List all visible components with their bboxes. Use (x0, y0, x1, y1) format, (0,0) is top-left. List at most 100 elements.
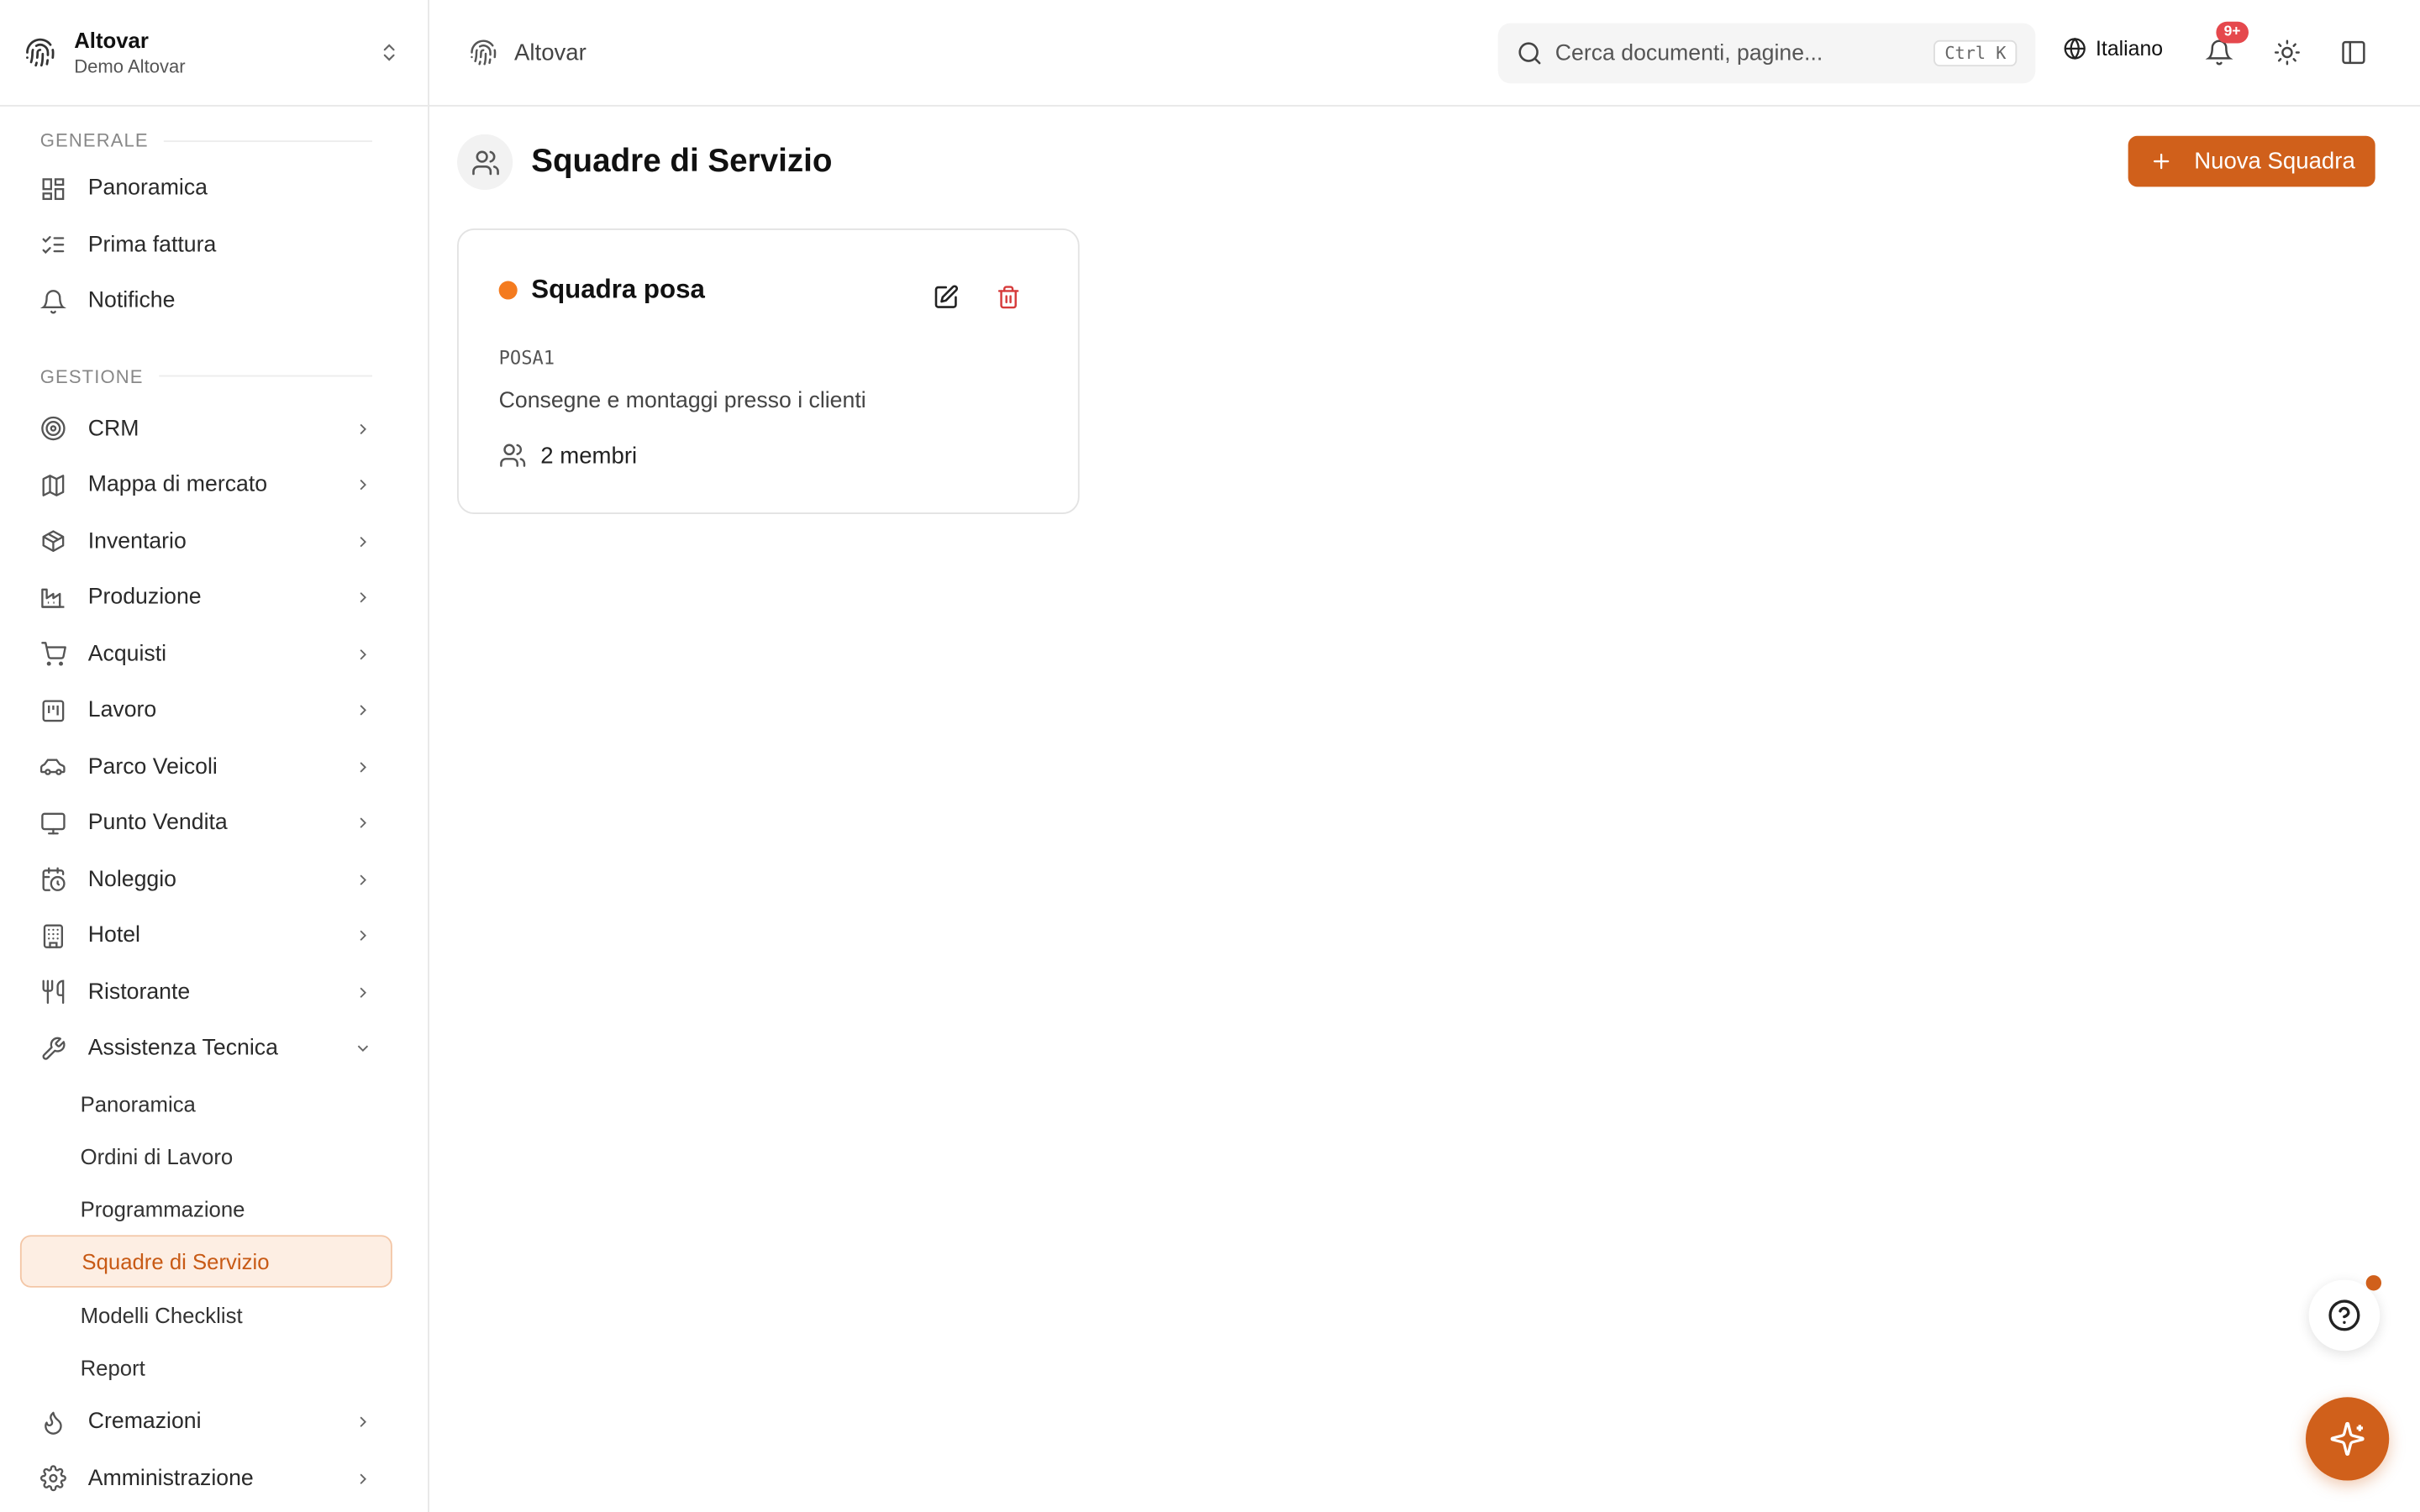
sidebar-item-label: Cremazioni (87, 1410, 202, 1435)
section-label-gestione: GESTIONE (0, 359, 428, 392)
fingerprint-icon (26, 38, 55, 67)
chevron-right-icon (360, 761, 366, 773)
checklist-icon (42, 236, 65, 255)
sidebar-item-ristorante[interactable]: Ristorante (0, 964, 428, 1021)
package-icon (42, 530, 65, 553)
chevron-right-icon (360, 874, 366, 885)
sidebar-item-label: Amministrazione (87, 1466, 254, 1491)
breadcrumb[interactable]: Altovar (470, 39, 587, 66)
sidebar-subitem-panoramica[interactable]: Panoramica (0, 1077, 428, 1130)
new-team-button[interactable]: Nuova Squadra (2128, 135, 2375, 187)
sidebar: Altovar Demo Altovar GENERALE Panoramica… (0, 0, 429, 1512)
sidebar-item-label: Noleggio (87, 867, 176, 892)
sparkles-icon (2330, 1421, 2365, 1456)
users-icon (500, 444, 526, 467)
search-shortcut: Ctrl K (1933, 39, 2018, 67)
team-members: 2 membri (499, 442, 638, 470)
sidebar-subitem-programmazione[interactable]: Programmazione (0, 1183, 428, 1236)
sidebar-item-acquisti[interactable]: Acquisti (0, 626, 428, 682)
sidebar-item-label: Hotel (87, 923, 140, 948)
building-icon (43, 924, 63, 948)
sidebar-item-inventario[interactable]: Inventario (0, 513, 428, 570)
team-card[interactable]: Squadra posa POSA1 Consegne e montaggi p… (457, 228, 1080, 515)
factory-icon (41, 588, 65, 608)
kanban-icon (42, 700, 65, 722)
app-root: Altovar Demo Altovar GENERALE Panoramica… (0, 0, 2420, 1512)
language-selector[interactable]: Italiano (2063, 37, 2163, 60)
sidebar-item-amministrazione[interactable]: Amministrazione (0, 1451, 428, 1507)
calendar-clock-icon (42, 867, 66, 892)
plus-icon (2153, 153, 2169, 170)
sidebar-subitem-modelli-checklist[interactable]: Modelli Checklist (0, 1289, 428, 1341)
sidebar-item-label: Parco Veicoli (87, 754, 218, 780)
sidebar-item-assistenza-tecnica[interactable]: Assistenza Tecnica (0, 1021, 428, 1077)
sidebar-item-noleggio[interactable]: Noleggio (0, 852, 428, 908)
ai-assistant-button[interactable] (2305, 1397, 2390, 1481)
sidebar-item-prima-fattura[interactable]: Prima fattura (0, 217, 428, 273)
language-label: Italiano (2096, 37, 2164, 60)
sidebar-item-parco-veicoli[interactable]: Parco Veicoli (0, 738, 428, 795)
trash-icon[interactable] (996, 284, 1020, 310)
map-icon (42, 474, 65, 496)
sidebar-item-punto-vendita[interactable]: Punto Vendita (0, 795, 428, 852)
cart-icon (41, 642, 66, 667)
dashboard-icon (42, 177, 65, 200)
fingerprint-icon (471, 39, 497, 66)
sidebar-item-mappa-di-mercato[interactable]: Mappa di mercato (0, 457, 428, 513)
edit-icon[interactable] (933, 284, 959, 310)
sidebar-toggle-icon[interactable] (2339, 39, 2367, 66)
sidebar-subitem-report[interactable]: Report (0, 1341, 428, 1394)
target-icon (41, 417, 66, 441)
sidebar-subitem-squadre-di-servizio[interactable]: Squadre di Servizio (19, 1236, 392, 1289)
workspace-name: Altovar (74, 28, 149, 53)
chevron-right-icon (360, 592, 366, 603)
utensils-icon (42, 980, 65, 1005)
page-title: Squadre di Servizio (531, 143, 833, 180)
sidebar-item-label: Notifiche (87, 289, 176, 314)
search-icon (1518, 42, 1541, 65)
chevron-right-icon (360, 423, 366, 434)
sidebar-item-notifiche[interactable]: Notifiche (0, 273, 428, 329)
workspace-switcher[interactable]: Altovar Demo Altovar (0, 0, 429, 107)
sidebar-item-label: CRM (87, 416, 139, 442)
sidebar-item-lavoro[interactable]: Lavoro (0, 682, 428, 738)
bell-icon (39, 289, 66, 313)
sidebar-item-label: Acquisti (87, 642, 167, 667)
chevron-right-icon (360, 536, 366, 547)
users-icon (457, 134, 513, 191)
sidebar-item-label: Ristorante (87, 979, 191, 1005)
sidebar-item-label: Assistenza Tecnica (87, 1036, 278, 1062)
help-button[interactable] (2308, 1279, 2381, 1352)
sidebar-subitem-ordini-di-lavoro[interactable]: Ordini di Lavoro (0, 1130, 428, 1183)
sidebar-item-label: Mappa di mercato (87, 472, 268, 498)
car-icon (39, 759, 66, 776)
sidebar-item-hotel[interactable]: Hotel (0, 908, 428, 964)
sidebar-item-panoramica[interactable]: Panoramica (0, 160, 428, 217)
team-code: POSA1 (498, 347, 555, 370)
topbar: Altovar Cerca documenti, pagine... Ctrl … (429, 0, 2420, 107)
sidebar-item-produzione[interactable]: Produzione (0, 570, 428, 626)
sun-icon[interactable] (2273, 39, 2301, 66)
monitor-icon (41, 812, 66, 834)
workspace-subtitle: Demo Altovar (74, 55, 186, 77)
team-name: Squadra posa (531, 275, 705, 305)
sidebar-item-label: Panoramica (87, 176, 208, 202)
chevron-right-icon (360, 705, 366, 717)
team-color-dot (498, 281, 518, 300)
chevron-right-icon (360, 480, 366, 491)
chevron-right-icon (360, 1416, 366, 1428)
page-header: Squadre di Servizio (457, 134, 833, 191)
help-indicator-dot (2365, 1275, 2382, 1291)
notifications-badge: 9+ (2216, 21, 2249, 44)
help-circle-icon (2328, 1299, 2360, 1331)
sidebar-item-label: Inventario (87, 528, 187, 554)
team-title-row: Squadra posa (498, 275, 705, 306)
wrench-icon (42, 1037, 66, 1060)
sidebar-item-cremazioni[interactable]: Cremazioni (0, 1394, 428, 1451)
search-input[interactable]: Cerca documenti, pagine... Ctrl K (1497, 23, 2036, 84)
flame-icon (45, 1411, 62, 1435)
sidebar-item-label: Punto Vendita (87, 811, 228, 836)
team-members-count: 2 membri (540, 442, 638, 469)
sidebar-item-crm[interactable]: CRM (0, 401, 428, 457)
section-label-generale: GENERALE (0, 123, 428, 157)
